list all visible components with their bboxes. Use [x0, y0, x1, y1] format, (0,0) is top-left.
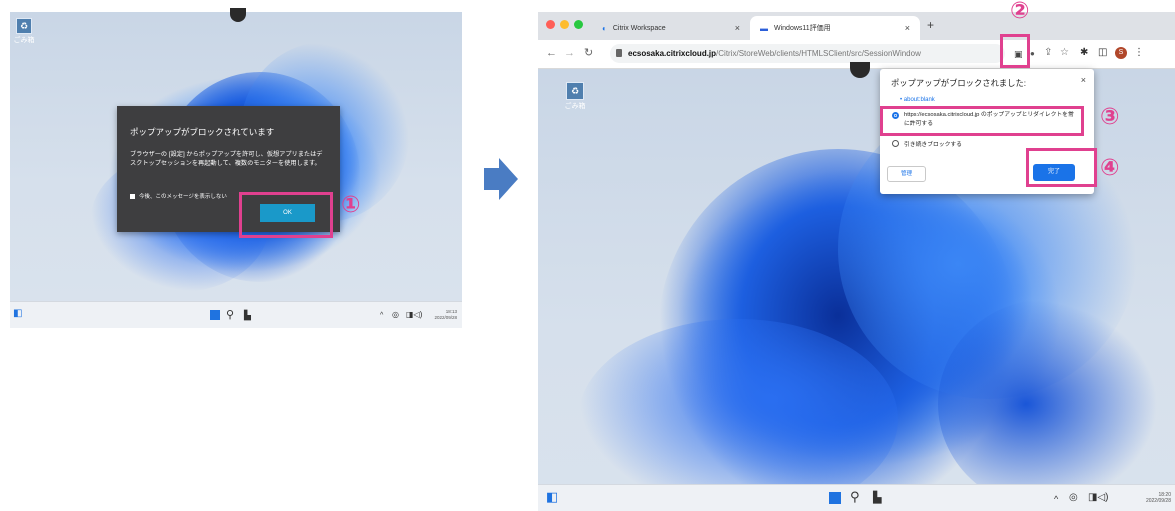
explorer-icon[interactable]: ▙	[244, 309, 251, 321]
search-icon[interactable]: ⚲	[850, 490, 860, 503]
recycle-bin-icon[interactable]: ♻ ごみ箱	[562, 82, 588, 111]
taskbar-clock[interactable]: 18:20 2022/09/28	[1123, 492, 1171, 504]
dialog-title: ポップアップがブロックされています	[130, 127, 275, 137]
dont-show-again-checkbox[interactable]: 今後、このメッセージを表示しない	[130, 192, 227, 200]
side-panel-icon[interactable]: ◫	[1098, 47, 1107, 59]
widgets-icon[interactable]: ◧	[13, 308, 22, 320]
tab-title: Windows11評価用	[774, 25, 831, 32]
lock-icon	[616, 49, 622, 57]
arrow-right-icon	[484, 158, 518, 200]
search-icon[interactable]: ⚲	[226, 309, 234, 321]
highlight-ok	[239, 192, 333, 238]
highlight-done	[1026, 148, 1097, 187]
start-icon[interactable]	[829, 492, 841, 504]
back-icon[interactable]: ←	[546, 47, 557, 59]
address-bar[interactable]: ecsosaka.citrixcloud.jp/Citrix/StoreWeb/…	[610, 44, 1005, 63]
menu-icon[interactable]: ⋮	[1134, 47, 1144, 59]
checkbox-label: 今後、このメッセージを表示しない	[139, 194, 227, 200]
new-tab-button[interactable]: +	[927, 19, 934, 31]
step-3-label: ③	[1100, 104, 1120, 130]
blocked-popup-link[interactable]: • about:blank	[900, 97, 935, 103]
recycle-bin-icon[interactable]: ♻ ごみ箱	[13, 18, 35, 45]
bubble-title: ポップアップがブロックされました:	[891, 78, 1027, 88]
monitor-favicon-icon: ▬	[760, 23, 768, 33]
maximize-window-icon[interactable]	[574, 20, 583, 29]
network-icon[interactable]: ◎	[392, 309, 399, 321]
bookmark-star-icon[interactable]: ☆	[1060, 47, 1069, 59]
extensions-icon[interactable]: ✱	[1080, 47, 1088, 59]
close-tab-icon[interactable]: ×	[735, 23, 740, 33]
tab-title: Citrix Workspace	[612, 24, 666, 32]
tab-citrix-workspace[interactable]: ◐ Citrix Workspace ×	[592, 16, 750, 40]
profile-avatar[interactable]: S	[1115, 47, 1127, 59]
blocked-popup-url: about:blank	[903, 97, 935, 103]
windows-taskbar: ◧ ⚲ ▙ ^ ◎ ◨◁) 18:20 2022/09/28	[538, 484, 1175, 511]
url-path: /Citrix/StoreWeb/clients/HTMLSClient/src…	[716, 49, 921, 58]
recycle-bin-label: ごみ箱	[13, 37, 35, 44]
recycle-bin-label: ごみ箱	[564, 103, 586, 110]
explorer-icon[interactable]: ▙	[873, 492, 881, 504]
citrix-favicon-icon: ◐	[602, 23, 607, 33]
dialog-body: ブラウザーの [設定] からポップアップを許可し、仮想アプリまたはデスクトップセ…	[130, 151, 323, 167]
close-window-icon[interactable]	[546, 20, 555, 29]
checkbox-box[interactable]	[130, 193, 135, 199]
url-host: ecsosaka.citrixcloud.jp	[628, 49, 717, 58]
clock-date: 2022/09/28	[1145, 498, 1171, 504]
close-tab-icon[interactable]: ×	[905, 23, 910, 33]
block-option-label[interactable]: 引き続きブロックする	[904, 139, 962, 148]
browser-window: ◐ Citrix Workspace × ▬ Windows11評価用 × + …	[538, 12, 1175, 511]
manage-button[interactable]: 管理	[887, 166, 926, 182]
left-screenshot: ♻ ごみ箱 ポップアップがブロックされています ブラウザーの [設定] からポッ…	[10, 8, 462, 328]
start-icon[interactable]	[210, 310, 220, 320]
highlight-allow-option	[880, 106, 1084, 136]
forward-icon[interactable]: →	[564, 47, 575, 59]
block-radio[interactable]	[892, 140, 899, 147]
chevron-up-icon[interactable]: ^	[1054, 493, 1058, 505]
highlight-popup-icon	[1000, 34, 1030, 68]
tab-strip: ◐ Citrix Workspace × ▬ Windows11評価用 × +	[538, 12, 1175, 40]
share-icon[interactable]: ⇪	[1044, 47, 1052, 59]
volume-icon[interactable]: ◨◁)	[1088, 492, 1108, 504]
widgets-icon[interactable]: ◧	[546, 490, 558, 503]
step-1-label: ①	[341, 192, 361, 218]
minimize-window-icon[interactable]	[560, 20, 569, 29]
network-icon[interactable]: ◎	[1069, 492, 1078, 504]
clock-date: 2022/09/28	[434, 315, 457, 320]
reload-icon[interactable]: ↻	[584, 47, 593, 59]
chevron-up-icon[interactable]: ^	[380, 310, 383, 322]
key-icon[interactable]: ●	[1030, 48, 1035, 60]
windows-taskbar: ◧ ⚲ ▙ ^ ◎ ◨◁) 18:13 2022/09/28	[10, 301, 462, 328]
tab-windows11[interactable]: ▬ Windows11評価用 ×	[750, 16, 920, 40]
step-4-label: ④	[1100, 155, 1120, 181]
close-icon[interactable]: ×	[1081, 75, 1086, 85]
taskbar-clock[interactable]: 18:13 2022/09/28	[415, 309, 457, 321]
step-2-label: ②	[1010, 0, 1030, 24]
